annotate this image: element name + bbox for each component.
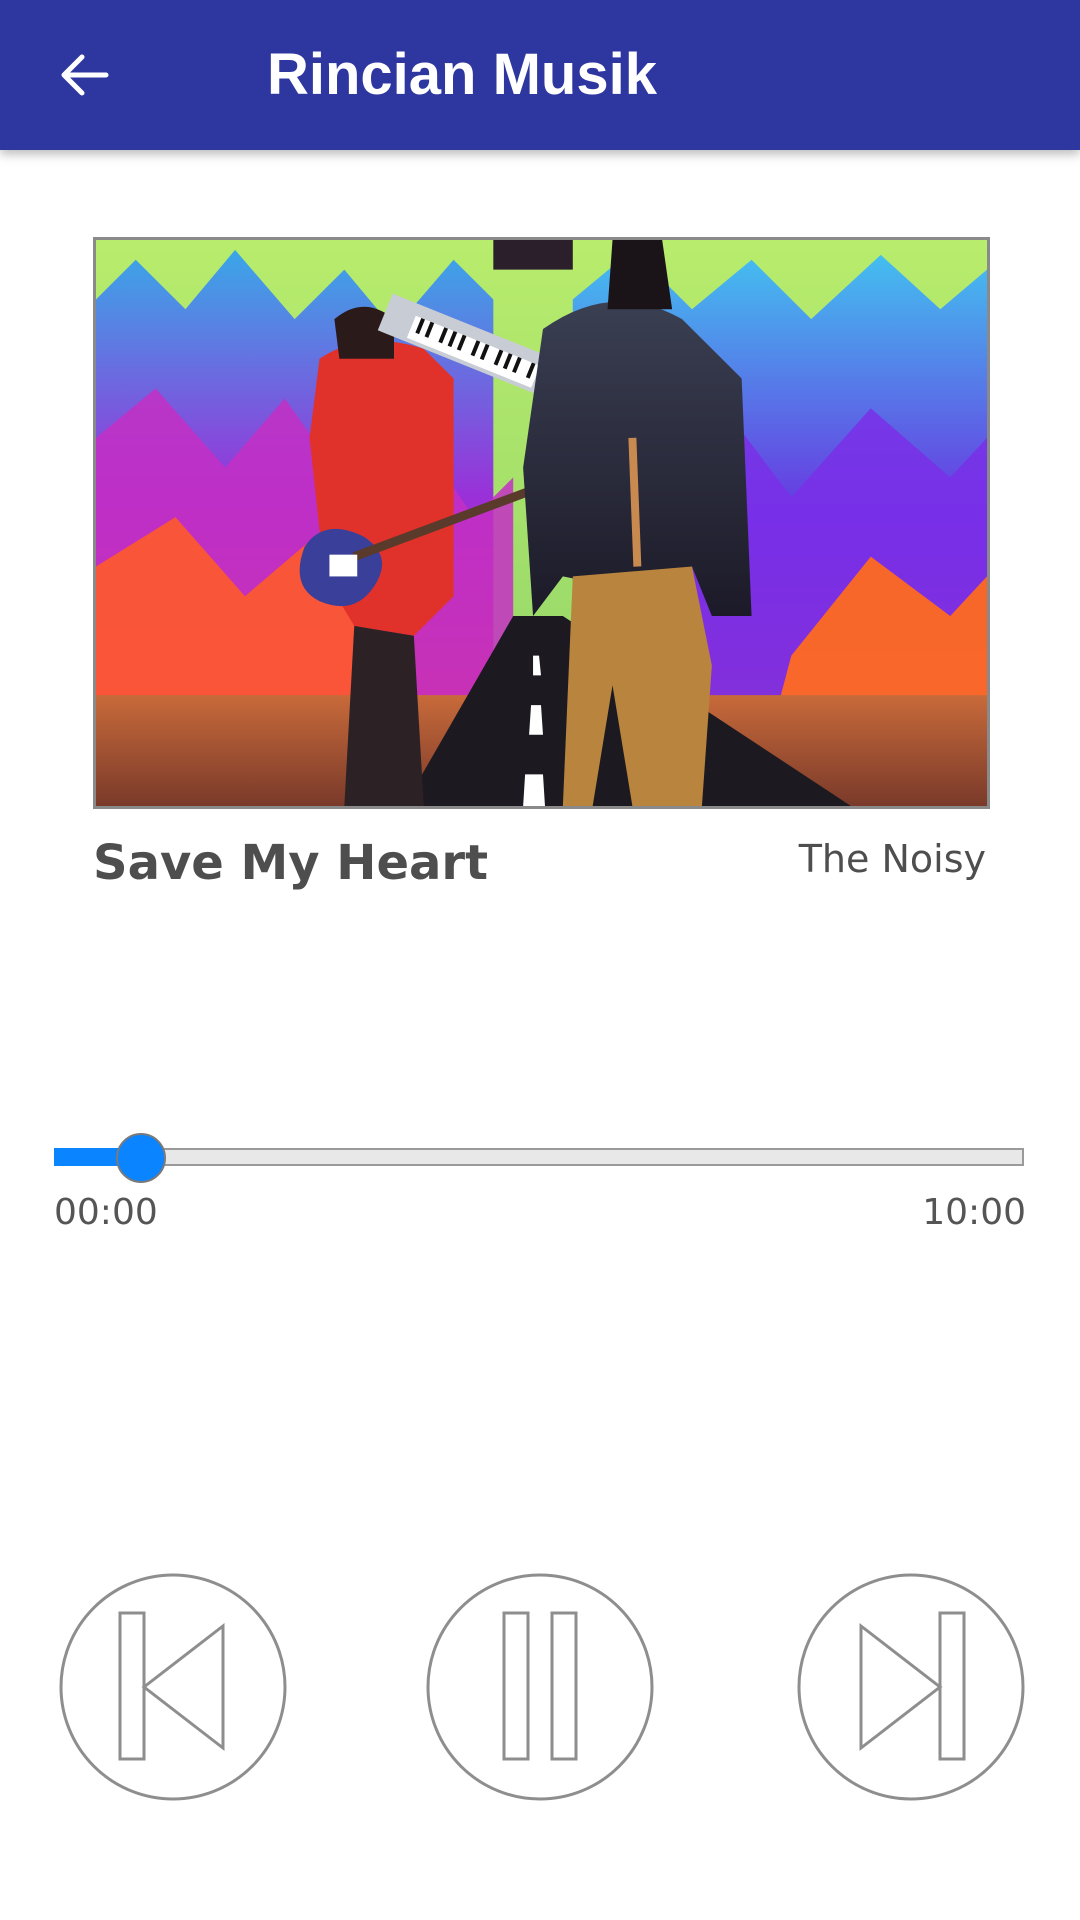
pause-button[interactable]: [426, 1573, 654, 1801]
skip-previous-icon: [59, 1573, 287, 1801]
artist-name: The Noisy: [798, 837, 986, 881]
next-button[interactable]: [797, 1573, 1025, 1801]
total-duration: 10:00: [922, 1192, 1026, 1233]
progress-seekbar[interactable]: [54, 1133, 1026, 1183]
skip-next-icon: [797, 1573, 1025, 1801]
music-detail-screen: Rincian Musik Save My Heart The Noisy 00…: [0, 0, 1080, 1920]
current-time: 00:00: [54, 1192, 158, 1233]
album-cover-image: [93, 237, 990, 809]
arrow-back-icon: [61, 54, 109, 96]
song-title: Save My Heart: [93, 835, 489, 891]
previous-button[interactable]: [59, 1573, 287, 1801]
seekbar-thumb[interactable]: [116, 1133, 167, 1183]
seekbar-track: [54, 1148, 1024, 1166]
back-button[interactable]: [44, 35, 124, 115]
app-toolbar: Rincian Musik: [0, 0, 1080, 150]
page-title: Rincian Musik: [267, 42, 657, 107]
pause-icon: [426, 1573, 654, 1801]
